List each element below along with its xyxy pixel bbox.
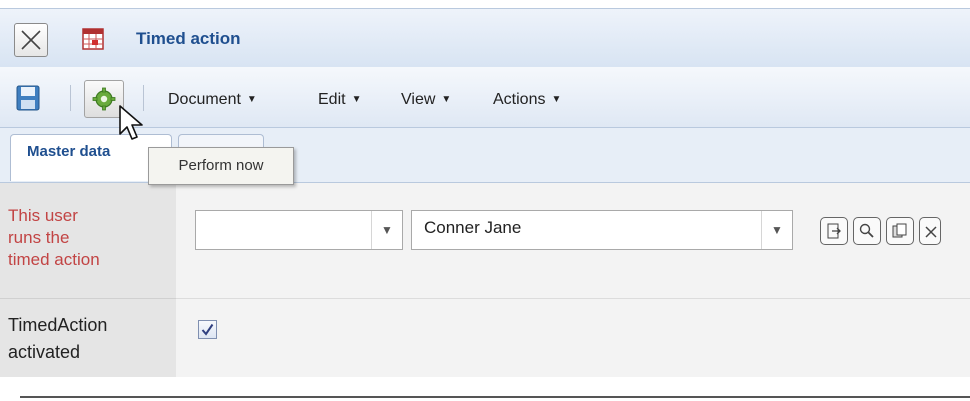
value-cell-user: ▼ Conner Jane ▼ xyxy=(176,183,970,299)
user-type-select[interactable]: ▼ xyxy=(195,210,403,250)
save-icon[interactable] xyxy=(16,85,40,111)
search-icon[interactable] xyxy=(853,217,881,245)
gear-icon xyxy=(92,87,116,111)
divider xyxy=(20,396,970,398)
checkmark-icon xyxy=(201,323,214,336)
caret-down-icon: ▼ xyxy=(551,94,562,105)
calendar-icon xyxy=(82,28,104,50)
tooltip: Perform now xyxy=(148,147,294,185)
caret-down-icon: ▼ xyxy=(441,94,452,105)
label-cell-activated: TimedAction activated xyxy=(0,299,176,378)
close-icon xyxy=(21,30,41,50)
close-button[interactable] xyxy=(14,23,48,57)
title-bar: Timed action xyxy=(0,8,970,68)
label-cell-user: This user runs the timed action xyxy=(0,183,176,299)
caret-down-icon: ▼ xyxy=(351,94,362,105)
clear-icon[interactable] xyxy=(919,217,941,245)
toolbar-separator xyxy=(70,85,71,111)
open-icon[interactable] xyxy=(820,217,848,245)
menu-actions[interactable]: Actions ▼ xyxy=(493,91,561,109)
user-select[interactable]: Conner Jane ▼ xyxy=(411,210,793,250)
caret-down-icon: ▼ xyxy=(246,94,257,105)
copy-icon[interactable] xyxy=(886,217,914,245)
menu-view[interactable]: View ▼ xyxy=(401,91,451,109)
dropdown-arrow-icon[interactable]: ▼ xyxy=(371,211,402,249)
mouse-cursor-icon xyxy=(119,105,143,140)
activated-label: TimedAction activated xyxy=(8,315,108,362)
activated-checkbox[interactable] xyxy=(198,320,217,339)
menu-edit[interactable]: Edit ▼ xyxy=(318,91,361,109)
user-label: This user runs the timed action xyxy=(8,206,100,269)
menu-document[interactable]: Document ▼ xyxy=(168,91,257,109)
value-cell-activated xyxy=(176,299,970,378)
dropdown-arrow-icon[interactable]: ▼ xyxy=(761,211,792,249)
window-title: Timed action xyxy=(136,29,241,48)
